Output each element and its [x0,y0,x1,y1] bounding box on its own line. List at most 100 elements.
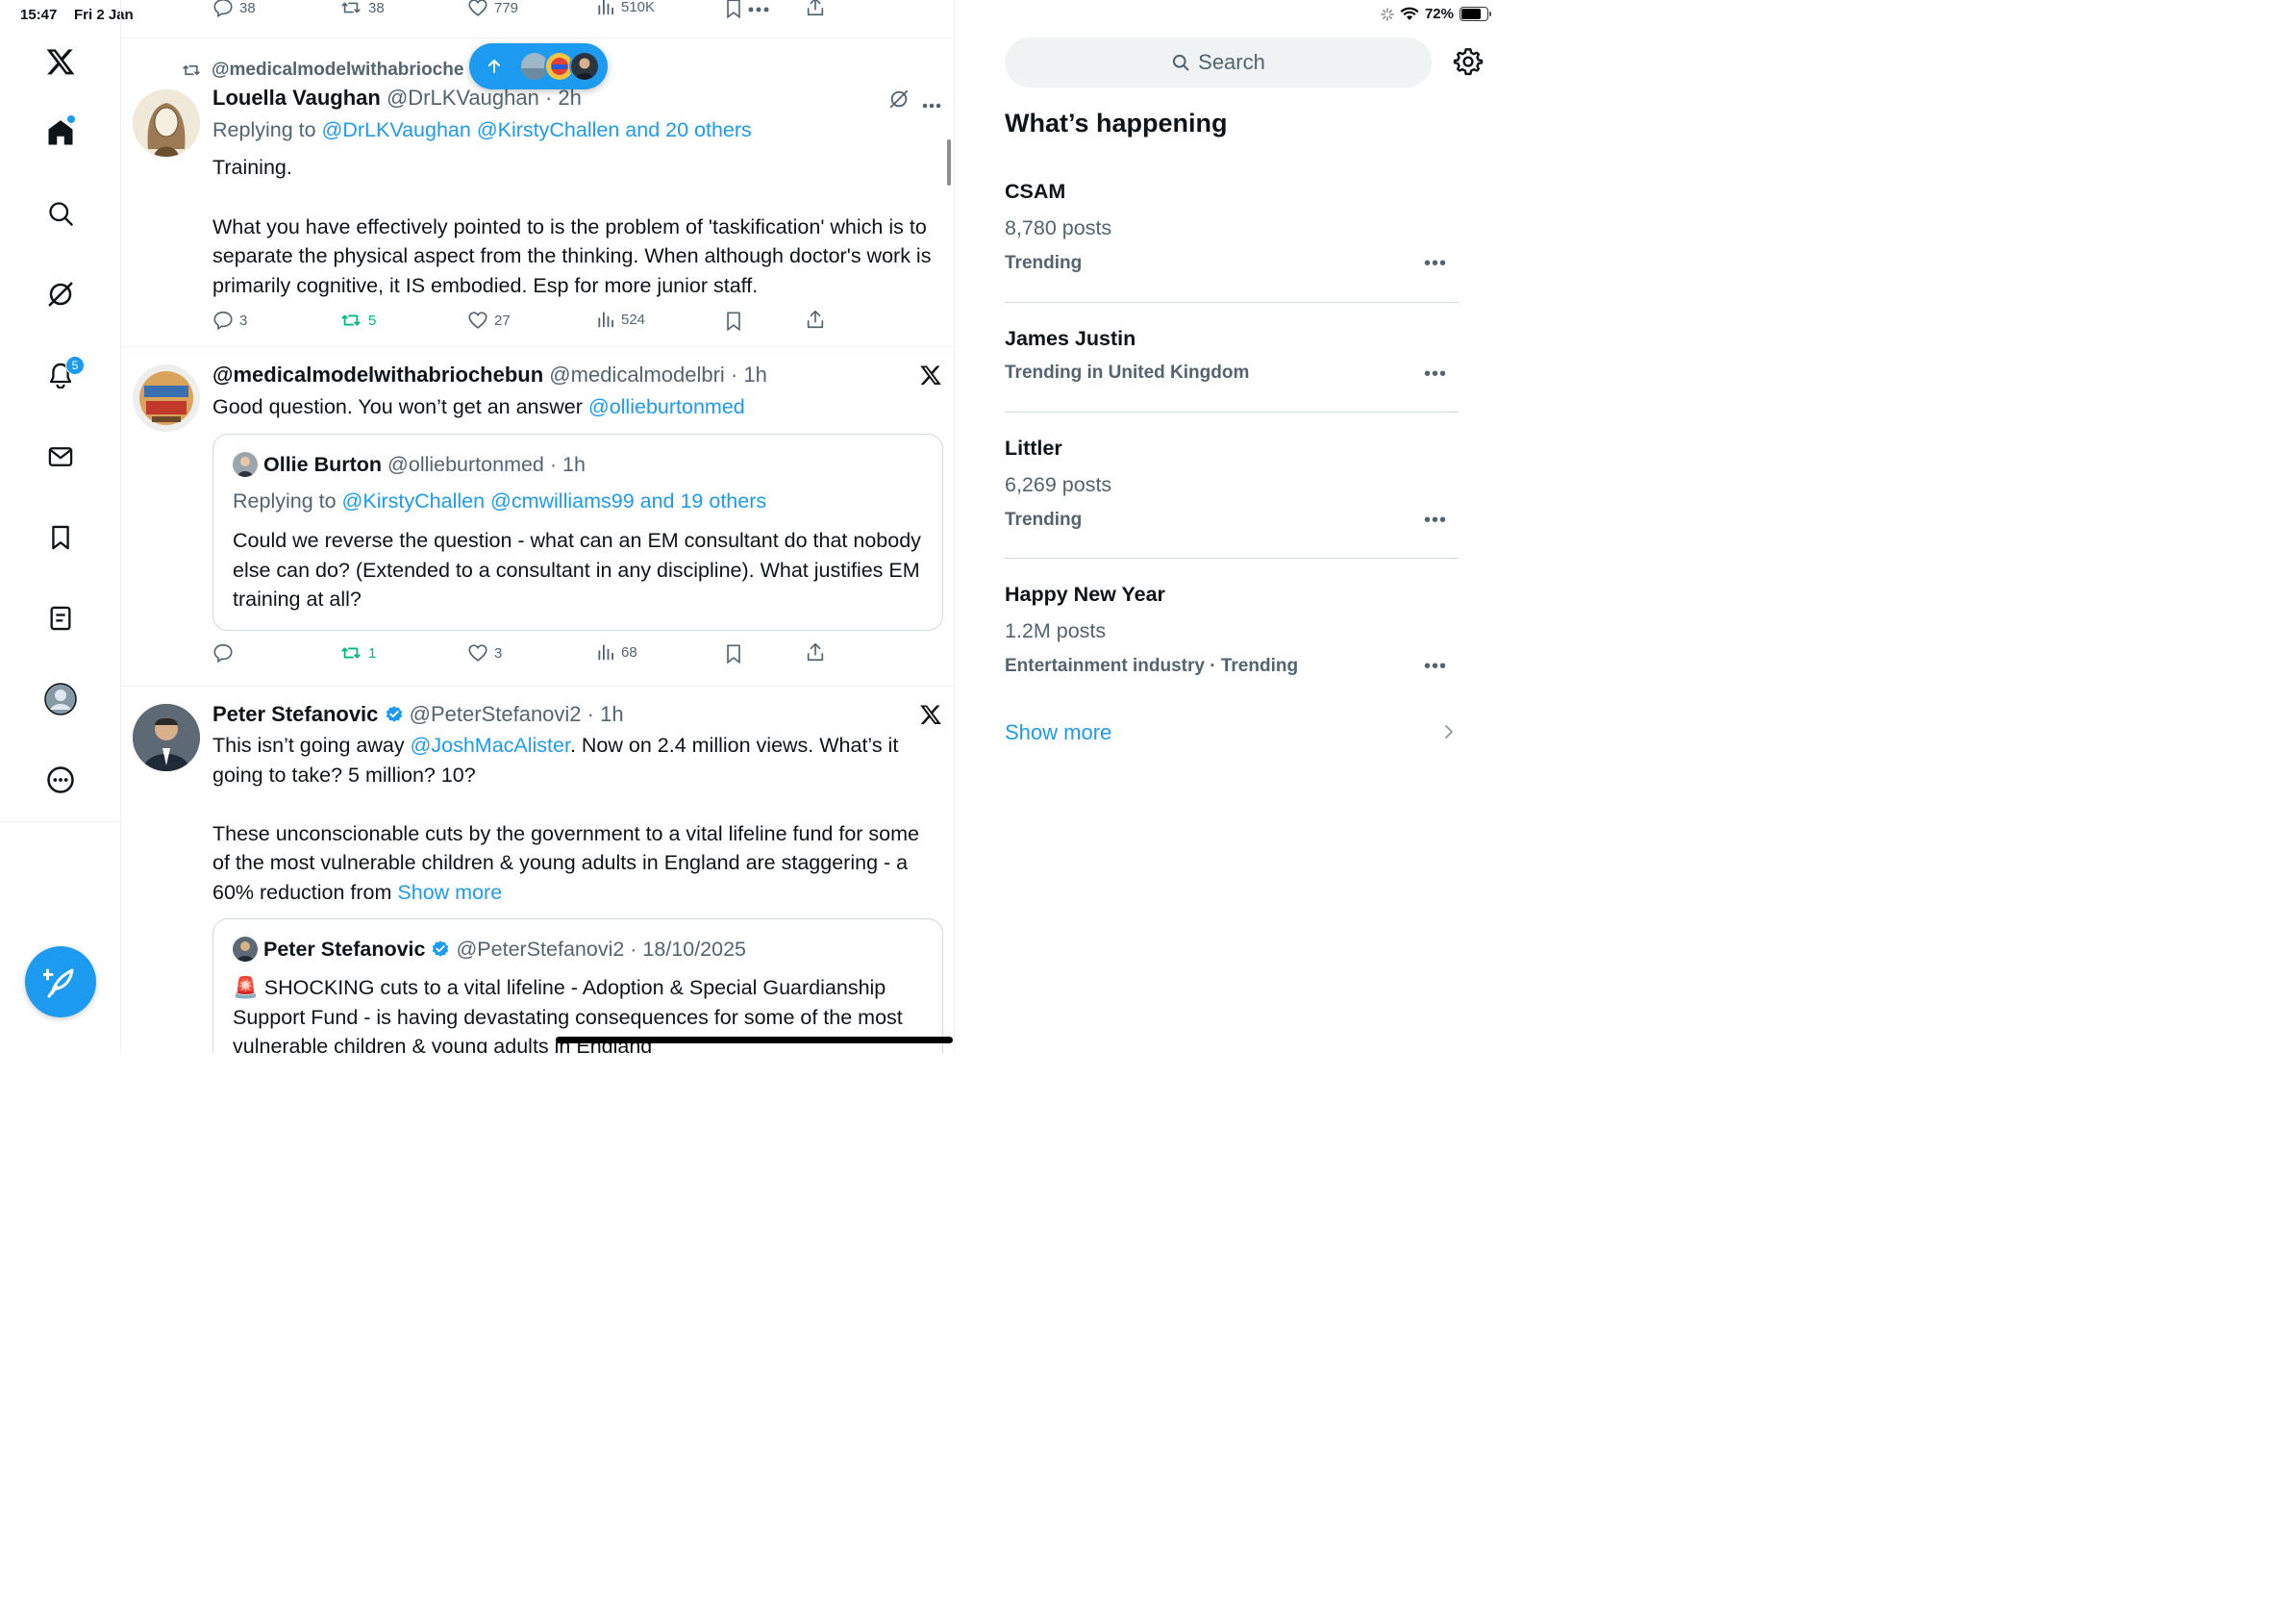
trend-more-icon[interactable]: ••• [1424,363,1447,386]
bookmark-icon [727,312,740,332]
reply-button[interactable]: 38 [212,0,256,18]
avatar[interactable] [133,89,200,157]
quote-author-handle[interactable]: @ollieburtonmed · 1h [387,453,586,477]
more-options-icon[interactable] [922,96,941,113]
tweet-medicalmodel[interactable]: @medicalmodelwithabriochebun @medicalmod… [121,347,954,687]
quoted-tweet[interactable]: Peter Stefanovic @PeterStefanovi2 · 18/1… [212,918,943,1053]
tweet-header: Peter Stefanovic @PeterStefanovi2 · 1h [212,702,624,727]
trend-more-icon[interactable]: ••• [1424,656,1447,678]
author-name[interactable]: Peter Stefanovic [212,702,378,726]
trend-more-icon[interactable]: ••• [1424,253,1447,275]
trend-posts: 8,780 posts [1005,216,1112,239]
quote-header: Peter Stefanovic @PeterStefanovi2 · 18/1… [233,937,746,962]
quote-header: Ollie Burton @ollieburtonmed · 1h [233,452,586,477]
mention-link[interactable]: @JoshMacAlister [411,734,570,757]
tweet-peter-stefanovic[interactable]: Peter Stefanovic @PeterStefanovi2 · 1h T… [121,687,954,1053]
scrollbar[interactable] [947,139,951,186]
trend-item[interactable]: Happy New Year 1.2M posts Entertainment … [1005,583,1459,689]
chevron-right-icon[interactable] [1443,723,1455,740]
repost-button[interactable]: 1 [339,642,376,664]
tweet-header: @medicalmodelwithabriochebun @medicalmod… [212,363,767,388]
trend-more-icon[interactable]: ••• [1424,510,1447,532]
repost-by[interactable]: @medicalmodelwithabrioche [212,60,463,81]
show-more-link[interactable]: Show more [397,881,502,904]
search-bar[interactable]: Search [1005,38,1432,88]
reply-icon [213,311,233,331]
reply-count: 38 [239,0,256,16]
verified-badge-icon [433,940,449,957]
avatar[interactable] [133,704,200,771]
author-name[interactable]: Louella Vaughan [212,86,381,110]
trend-meta: Trending in United Kingdom [1005,363,1250,383]
replying-to: Replying to @DrLKVaughan @KirstyChallen … [212,118,752,142]
author-handle[interactable]: @medicalmodelbri · 1h [549,363,767,387]
lists-icon[interactable] [43,601,78,636]
replying-to-users[interactable]: @DrLKVaughan @KirstyChallen and 20 other… [322,118,752,141]
search-icon[interactable] [43,196,78,231]
author-handle[interactable]: @PeterStefanovi2 · 1h [410,702,624,726]
messages-icon[interactable] [43,439,78,474]
reply-icon [213,0,233,18]
quote-avatar[interactable] [233,452,258,477]
compose-post-button[interactable] [25,946,96,1017]
quoted-tweet[interactable]: Ollie Burton @ollieburtonmed · 1h Replyi… [212,434,943,631]
repost-button[interactable]: 5 [339,310,376,331]
like-button[interactable]: 3 [467,642,502,664]
trend-title: Littler [1005,437,1062,460]
bookmark-button[interactable] [723,642,744,665]
notifications-badge: 5 [65,356,85,375]
whats-happening-title: What’s happening [1005,109,1228,138]
more-circle-icon[interactable] [43,763,78,797]
profile-avatar-icon[interactable] [43,682,78,716]
like-button[interactable]: 27 [467,310,511,331]
more-options-icon[interactable] [748,6,769,13]
replying-to-users[interactable]: @KirstyChallen @cmwilliams99 and 19 othe… [342,489,767,513]
like-count: 3 [494,644,503,662]
mention-link[interactable]: @ollieburtonmed [588,395,745,418]
repost-count: 38 [368,0,385,16]
share-button[interactable] [805,309,826,330]
share-button[interactable] [805,641,826,663]
quote-author-name[interactable]: Peter Stefanovic [263,938,425,962]
quote-author-handle[interactable]: @PeterStefanovi2 · 18/10/2025 [456,938,746,962]
repost-icon [183,65,200,75]
share-icon [807,310,824,329]
reply-button[interactable]: 3 [212,310,247,331]
x-logo-icon[interactable] [43,44,78,79]
author-name[interactable]: @medicalmodelwithabriochebun [212,363,543,387]
x-grok-icon[interactable] [919,703,942,731]
home-indicator[interactable] [556,1037,953,1043]
grok-icon[interactable] [43,277,78,312]
x-grok-icon[interactable] [919,363,942,391]
settings-gear-icon[interactable] [1453,46,1484,77]
views-button[interactable]: 510K [596,0,655,16]
grok-explain-icon[interactable] [888,88,910,114]
bookmark-button[interactable] [723,310,744,333]
trend-item[interactable]: Littler 6,269 posts Trending ••• [1005,437,1459,542]
reply-icon [213,643,233,664]
repost-button[interactable]: 38 [339,0,385,18]
show-more-link[interactable]: Show more [1005,720,1111,745]
trend-item[interactable]: CSAM 8,780 posts Trending ••• [1005,180,1459,286]
right-sidebar: Search What’s happening CSAM 8,780 posts… [955,0,1508,1053]
new-posts-pill[interactable] [469,43,608,89]
views-icon [598,0,613,15]
share-button[interactable] [805,0,826,17]
views-button[interactable]: 524 [596,310,645,329]
reply-button[interactable] [212,642,239,664]
share-icon [807,642,824,662]
bookmarks-icon[interactable] [43,520,78,555]
quote-avatar[interactable] [233,937,258,962]
like-button[interactable]: 779 [467,0,518,18]
views-count: 68 [621,643,637,661]
heart-icon [468,644,487,662]
timeline: 38 38 779 510K @medicalmodelwithabrioche [121,0,955,1053]
trend-item[interactable]: James Justin Trending in United Kingdom … [1005,327,1459,394]
quote-author-name[interactable]: Ollie Burton [263,453,382,477]
views-button[interactable]: 68 [596,642,637,662]
trend-title: CSAM [1005,180,1066,203]
views-icon [598,312,613,328]
left-nav: 5 [0,0,121,822]
avatar[interactable] [133,364,200,432]
bookmark-button[interactable] [723,0,744,20]
